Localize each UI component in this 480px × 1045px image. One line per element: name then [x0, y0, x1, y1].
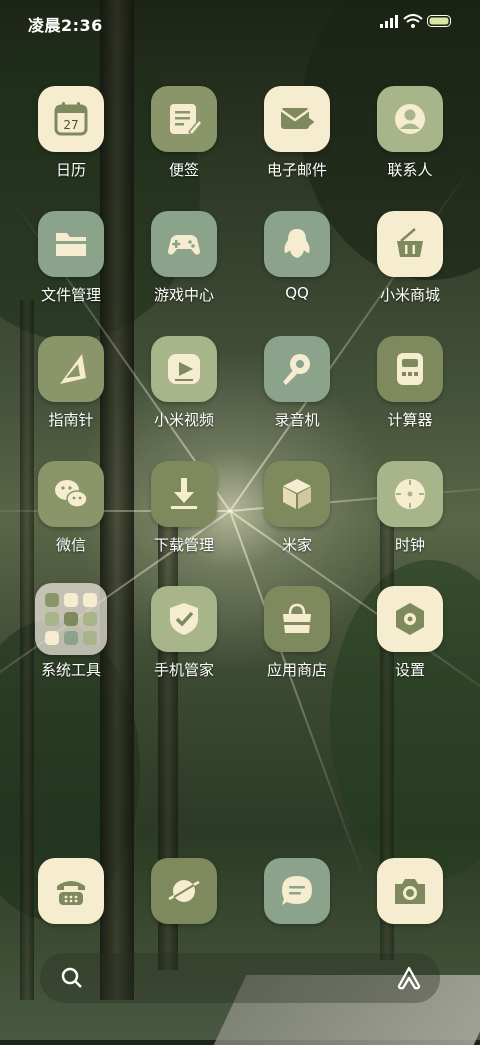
app-label: 系统工具 [40, 661, 101, 679]
app-calendar[interactable]: 27 日历 [15, 86, 127, 206]
calendar-icon: 27 [38, 86, 104, 152]
app-label: 电子邮件 [266, 161, 327, 179]
app-game-center[interactable]: 游戏中心 [128, 211, 240, 331]
calendar-day: 27 [63, 118, 78, 132]
qq-penguin-icon [264, 211, 330, 277]
camera-icon [377, 858, 443, 924]
app-mijia[interactable]: 米家 [241, 461, 353, 581]
app-label: 设置 [394, 661, 425, 679]
app-label: 游戏中心 [153, 286, 214, 304]
video-play-icon [151, 336, 217, 402]
mail-icon [264, 86, 330, 152]
app-qq[interactable]: QQ [241, 211, 353, 331]
app-folder-system-tools[interactable]: 系统工具 [15, 583, 127, 706]
calculator-icon [377, 336, 443, 402]
compass-icon [38, 336, 104, 402]
app-settings[interactable]: 设置 [354, 586, 466, 706]
app-label: 文件管理 [40, 286, 101, 304]
app-notes[interactable]: 便签 [128, 86, 240, 206]
app-label: 日历 [55, 161, 86, 179]
app-wechat[interactable]: 微信 [15, 461, 127, 581]
notes-icon [151, 86, 217, 152]
dock [0, 858, 480, 930]
app-file-manager[interactable]: 文件管理 [15, 211, 127, 331]
app-calculator[interactable]: 计算器 [354, 336, 466, 456]
gear-icon [377, 586, 443, 652]
folder-icon [38, 211, 104, 277]
folder-grid-icon [35, 583, 107, 655]
app-compass[interactable]: 指南针 [15, 336, 127, 456]
app-label: 联系人 [387, 161, 433, 179]
app-mi-video[interactable]: 小米视频 [128, 336, 240, 456]
app-label: 下载管理 [153, 536, 214, 554]
app-recorder[interactable]: 录音机 [241, 336, 353, 456]
microphone-icon [264, 336, 330, 402]
app-clock[interactable]: 时钟 [354, 461, 466, 581]
app-label: 手机管家 [153, 661, 214, 679]
app-label: 小米商城 [379, 286, 440, 304]
cube-icon [264, 461, 330, 527]
search-icon[interactable] [60, 966, 84, 990]
app-label: 应用商店 [266, 661, 327, 679]
app-label: 小米视频 [153, 411, 214, 429]
status-bar: 凌晨2:36 [0, 0, 480, 44]
app-label: 便签 [168, 161, 199, 179]
signal-icon [380, 15, 398, 28]
search-bar[interactable] [40, 953, 440, 1003]
battery-icon [427, 15, 451, 27]
app-mail[interactable]: 电子邮件 [241, 86, 353, 206]
app-mi-store[interactable]: 小米商城 [354, 211, 466, 331]
browser-planet-icon [151, 858, 217, 924]
download-icon [151, 461, 217, 527]
shopping-bag-icon [264, 586, 330, 652]
contacts-icon [377, 86, 443, 152]
app-security[interactable]: 手机管家 [128, 586, 240, 706]
assistant-icon[interactable] [396, 966, 422, 990]
app-label: 计算器 [387, 411, 433, 429]
app-download-manager[interactable]: 下载管理 [128, 461, 240, 581]
message-icon [264, 858, 330, 924]
shopping-basket-icon [377, 211, 443, 277]
app-label: 指南针 [48, 411, 94, 429]
wifi-icon [403, 14, 423, 28]
clock-icon [377, 461, 443, 527]
app-label: 时钟 [394, 536, 425, 554]
shield-check-icon [151, 586, 217, 652]
app-label: 录音机 [274, 411, 320, 429]
app-contacts[interactable]: 联系人 [354, 86, 466, 206]
phone-icon [38, 858, 104, 924]
app-app-store[interactable]: 应用商店 [241, 586, 353, 706]
wechat-icon [38, 461, 104, 527]
app-label: 微信 [55, 536, 86, 554]
gamepad-icon [151, 211, 217, 277]
app-label: 米家 [281, 536, 312, 554]
app-label: QQ [285, 284, 309, 302]
status-time: 凌晨2:36 [28, 16, 103, 35]
